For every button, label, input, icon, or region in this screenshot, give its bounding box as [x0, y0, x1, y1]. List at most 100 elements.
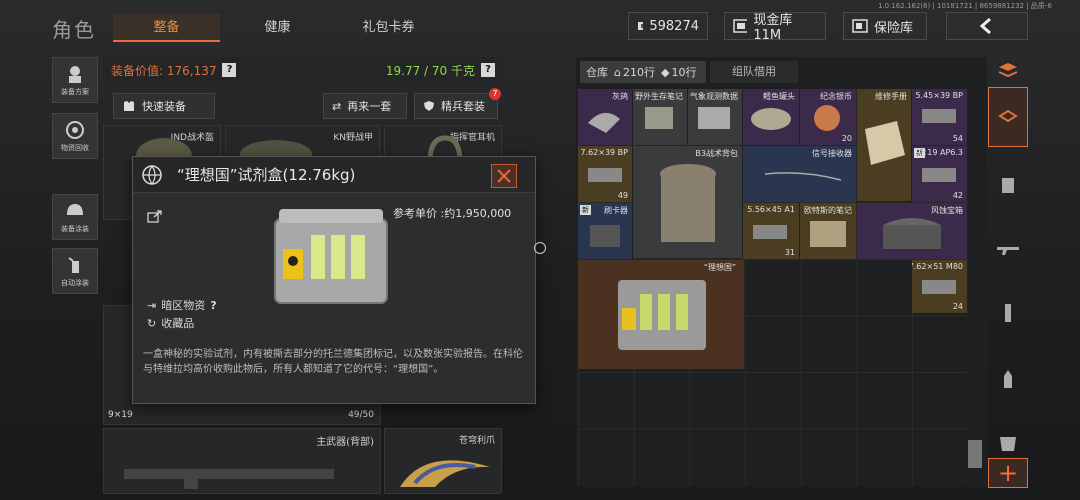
currency-display: 598274: [628, 12, 708, 40]
armor-name: KN野战甲: [333, 133, 373, 143]
stack-icon: [998, 63, 1018, 78]
page-title: 角色: [52, 18, 96, 42]
item-count: 54: [952, 134, 963, 143]
weight-display: 19.77 / 70 千克: [385, 63, 475, 78]
item-count: 20: [841, 134, 852, 143]
kit-box-icon: [618, 280, 706, 350]
stash-item[interactable]: 欧特斯的笔记: [800, 203, 856, 259]
cloth-icon: [588, 112, 620, 133]
stash-item[interactable]: 信号接收器: [743, 146, 856, 202]
stash-item[interactable]: 维修手册: [857, 89, 911, 201]
document-icon: [698, 107, 730, 129]
stash-item[interactable]: 新 刷卡器: [578, 203, 632, 259]
again-button[interactable]: ⇄ 再来一套: [323, 93, 407, 119]
category-ammo[interactable]: [988, 349, 1028, 409]
all-items-icon: [998, 109, 1018, 123]
item-name: 刷卡器: [604, 206, 628, 215]
ammo-box-icon: [922, 168, 956, 182]
recycle-button[interactable]: 物资回收: [52, 113, 98, 159]
item-name: B3战术背包: [695, 149, 738, 158]
stash-item[interactable]: 7.62×51 M80 24: [912, 260, 967, 313]
shield-icon: [424, 101, 434, 111]
ammo-box-icon: [588, 168, 622, 182]
ammo-box-icon: [922, 280, 956, 294]
value-help-icon[interactable]: ?: [222, 63, 237, 77]
claw-knife-image: [400, 460, 490, 487]
auto-skin-label: 自动涂装: [61, 278, 89, 287]
back-arrow-icon: [979, 17, 991, 35]
expand-stash-button[interactable]: +: [988, 458, 1028, 488]
back-button[interactable]: [946, 12, 1028, 40]
recycle-label: 物资回收: [61, 143, 89, 152]
melee-slot[interactable]: 苍穹利爪: [384, 428, 502, 494]
category-weapon[interactable]: [988, 219, 1028, 279]
tab-gear[interactable]: 整备: [113, 14, 220, 42]
stash-item[interactable]: 风蚀宝箱: [857, 203, 967, 259]
chest-icon: [883, 218, 941, 249]
item-name: 野外生存笔记: [635, 92, 683, 101]
card-reader-icon: [590, 225, 620, 247]
exit-icon: ⇥: [147, 298, 157, 312]
vest-icon: [1002, 178, 1014, 193]
gear-value: 装备价值: 176,137: [111, 63, 217, 78]
stash-item[interactable]: 灰鸽: [578, 89, 632, 145]
manual-icon: [865, 121, 905, 165]
link-icon: ↻: [147, 316, 157, 330]
rifle-image: [124, 469, 334, 489]
stash-tab-label: 仓库: [586, 66, 608, 79]
stash-item[interactable]: 野外生存笔记: [633, 89, 687, 145]
loadout-header: 装备价值: 176,137 ? 19.77 / 70 千克 ?: [103, 57, 503, 83]
auto-skin-button[interactable]: 自动涂装: [52, 248, 98, 294]
team-borrow-tab[interactable]: 组队借用: [710, 61, 798, 83]
stash-item[interactable]: 鳕鱼罐头: [743, 89, 799, 145]
skin-button[interactable]: 装备涂装: [52, 194, 98, 240]
stash-item[interactable]: B3战术背包: [633, 146, 742, 258]
stash-scrollbar[interactable]: [968, 440, 982, 468]
bullet-icon: [1004, 370, 1012, 388]
category-armor[interactable]: [988, 155, 1028, 215]
safe-button[interactable]: 保险库: [843, 12, 927, 40]
primary-weapon-slot[interactable]: 主武器(背部): [103, 428, 381, 494]
stash-item-selected[interactable]: “理想国”: [578, 260, 744, 369]
cash-vault-button[interactable]: 现金库 11M: [724, 12, 826, 43]
stash-item[interactable]: 气象观测数据: [688, 89, 742, 145]
popup-header: “理想国”试剂盒(12.76kg): [133, 157, 535, 193]
stash-item[interactable]: 5.56×45 A1 31: [743, 203, 799, 259]
elite-kit-button[interactable]: 精兵套装 7: [414, 88, 501, 119]
tab-packs[interactable]: 礼包卡券: [335, 14, 442, 42]
recycle-icon: [66, 120, 84, 139]
loadout-plan-label: 装备方案: [61, 87, 89, 96]
collect-label: 收藏品: [161, 317, 195, 330]
ammo-count: 49/50: [348, 410, 374, 420]
elite-kit-label: 精兵套装: [441, 100, 485, 113]
globe-icon: [142, 164, 162, 185]
version-text: 1.0.162.162(6) | 10181721 | 8659881232 |…: [878, 2, 1052, 10]
currency-amount: 598274: [649, 18, 699, 34]
stash-item[interactable]: 5.45×39 BP 54: [912, 89, 967, 145]
tab-health[interactable]: 健康: [224, 14, 331, 42]
loadout-plan-button[interactable]: 装备方案: [52, 57, 98, 103]
house-icon: ⌂: [614, 65, 621, 79]
item-name: 维修手册: [875, 92, 907, 101]
dark-zone-help-icon[interactable]: ?: [210, 299, 216, 312]
vault-icon: [733, 19, 748, 33]
popup-anchor-dot: [534, 242, 546, 254]
stash-item[interactable]: 纪念银币 20: [800, 89, 856, 145]
category-magazine[interactable]: [988, 283, 1028, 343]
stash-item[interactable]: 7.62×39 BP 49: [578, 146, 632, 202]
ammo-box-icon: [922, 109, 956, 123]
weight-help-icon[interactable]: ?: [481, 63, 495, 77]
close-button[interactable]: [491, 164, 517, 188]
quick-equip-button[interactable]: 快速装备: [113, 93, 215, 119]
stash-tab[interactable]: 仓库 ⌂ 210行 ◆ 10行: [580, 61, 706, 83]
again-label: 再来一套: [347, 100, 392, 113]
item-name: 9×19 AP6.3: [915, 148, 963, 157]
category-all[interactable]: [988, 87, 1028, 147]
can-icon: [751, 108, 791, 130]
skin-label: 装备涂装: [61, 224, 89, 233]
ammo-label: 9×19: [108, 410, 133, 420]
item-name: 7.62×39 BP: [580, 148, 628, 157]
sort-button[interactable]: [990, 57, 1026, 83]
share-icon[interactable]: [147, 209, 163, 223]
stash-item[interactable]: 新 9×19 AP6.3 42: [912, 146, 967, 202]
